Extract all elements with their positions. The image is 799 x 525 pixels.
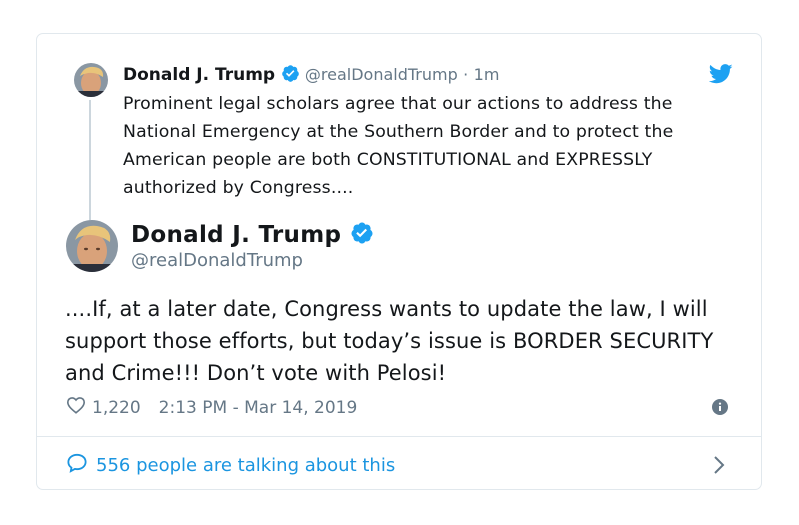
twitter-bird-icon[interactable] xyxy=(708,64,733,88)
parent-avatar[interactable] xyxy=(74,63,108,97)
chevron-right-icon[interactable] xyxy=(713,455,725,479)
separator-dot: · xyxy=(463,65,469,84)
tweet-meta: 1,220 2:13 PM - Mar 14, 2019 xyxy=(66,396,357,420)
parent-time-ago[interactable]: 1m xyxy=(474,65,500,84)
parent-author-handle[interactable]: @realDonaldTrump xyxy=(305,65,458,84)
main-tweet-text: ....If, at a later date, Congress wants … xyxy=(65,297,714,385)
footer-divider xyxy=(36,436,762,437)
speech-bubble-icon xyxy=(66,453,88,479)
talking-about-label[interactable]: 556 people are talking about this xyxy=(96,455,395,477)
verified-badge-icon xyxy=(281,64,300,89)
reply-thread-line xyxy=(89,100,91,220)
tweet-timestamp[interactable]: 2:13 PM - Mar 14, 2019 xyxy=(159,397,358,419)
main-avatar[interactable] xyxy=(66,220,118,272)
main-author-name-text[interactable]: Donald J. Trump xyxy=(131,222,341,248)
talking-about-link[interactable]: 556 people are talking about this xyxy=(66,453,395,479)
heart-icon[interactable] xyxy=(66,396,86,420)
like-count[interactable]: 1,220 xyxy=(92,397,141,419)
parent-tweet-text: Prominent legal scholars agree that our … xyxy=(123,94,674,198)
parent-author-name[interactable]: Donald J. Trump xyxy=(123,65,275,85)
parent-tweet-header: Donald J. Trump @realDonaldTrump · 1m xyxy=(123,64,499,89)
info-icon[interactable] xyxy=(712,399,728,419)
main-author-handle[interactable]: @realDonaldTrump xyxy=(131,249,303,273)
verified-badge-icon xyxy=(350,221,374,253)
